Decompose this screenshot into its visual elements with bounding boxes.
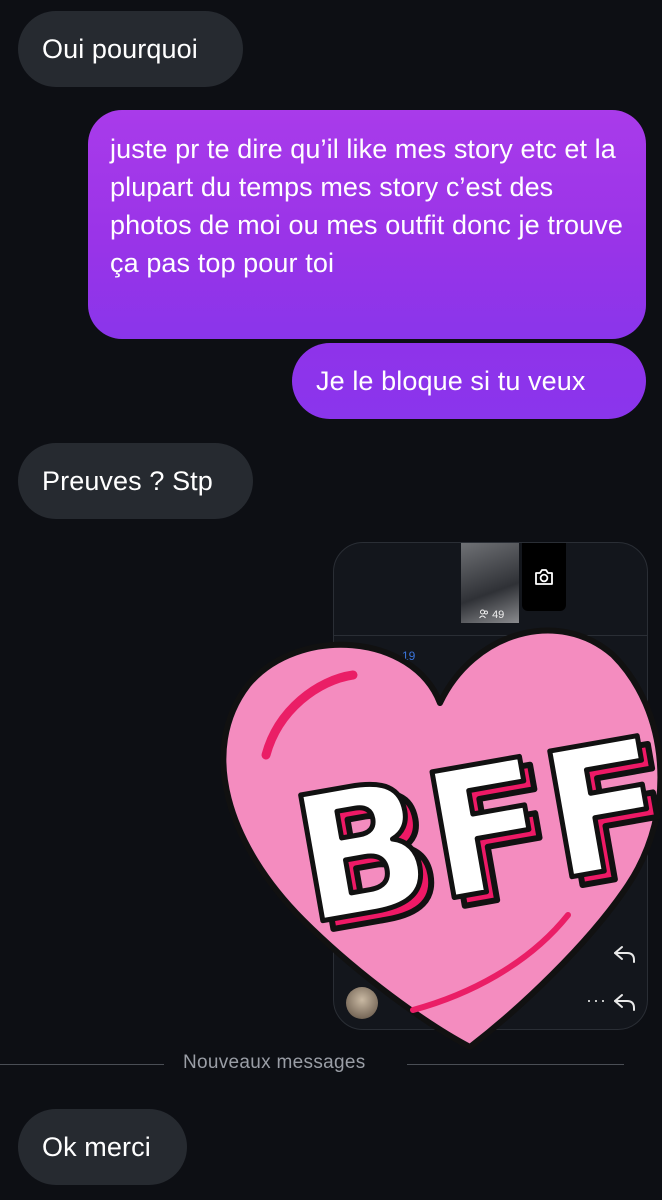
message-text: Ok merci [42,1132,151,1162]
outgoing-message[interactable]: juste pr te dire qu’il like mes story et… [88,110,646,339]
message-text: Je le bloque si tu veux [316,366,586,396]
message-text: Preuves ? Stp [42,466,213,496]
divider-line [407,1064,624,1065]
incoming-message[interactable]: Ok merci [18,1109,187,1185]
incoming-message[interactable]: Oui pourquoi [18,11,243,87]
divider-line [0,1064,164,1065]
story-thumbnail: 49 [461,543,519,623]
new-messages-divider: Nouveaux messages [0,1048,662,1080]
incoming-message[interactable]: Preuves ? Stp [18,443,253,519]
bff-heart-sticker: BFF BFF [220,627,662,1050]
outgoing-message[interactable]: Je le bloque si tu veux [292,343,646,419]
message-text: Oui pourquoi [42,34,198,64]
message-text: juste pr te dire qu’il like mes story et… [110,134,623,278]
camera-button[interactable] [522,543,566,611]
divider-label: Nouveaux messages [183,1052,366,1073]
camera-icon [535,569,553,585]
